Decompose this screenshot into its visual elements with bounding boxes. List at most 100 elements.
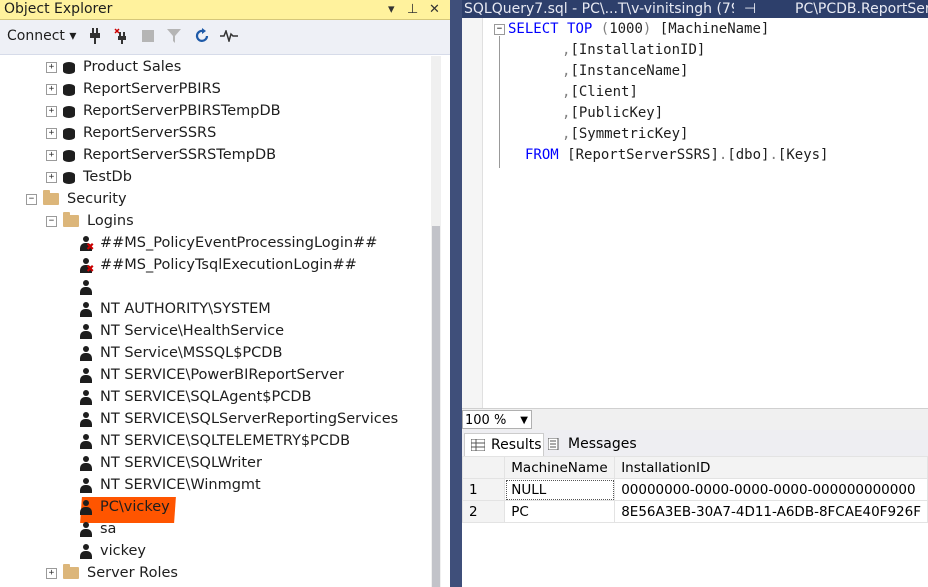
- collapse-icon[interactable]: −: [46, 215, 57, 227]
- connect-button[interactable]: Connect ▾: [7, 28, 76, 44]
- tree-item[interactable]: NT SERVICE\SQLTELEMETRY$PCDB: [80, 430, 350, 452]
- tab-results[interactable]: Results: [464, 433, 544, 456]
- scrollbar-thumb[interactable]: [432, 226, 440, 587]
- tree-scrollbar[interactable]: [431, 56, 441, 587]
- panel-splitter[interactable]: [450, 0, 462, 587]
- tree-item[interactable]: − Security: [26, 188, 127, 210]
- tree-item-label: ReportServerSSRSTempDB: [83, 147, 277, 163]
- code-token: [MachineName]: [651, 21, 770, 37]
- login-icon: [80, 521, 92, 537]
- code-token: ,[SymmetricKey]: [562, 126, 689, 142]
- tree-item[interactable]: + ReportServerSSRSTempDB: [46, 144, 276, 166]
- tree-item-label: vickey: [100, 543, 146, 559]
- grid-cell-machinename[interactable]: NULL: [504, 478, 616, 501]
- row-number[interactable]: 2: [461, 500, 506, 523]
- stop-icon[interactable]: [139, 27, 157, 45]
- tree-item[interactable]: + ReportServerPBIRSTempDB: [46, 100, 281, 122]
- tree-item[interactable]: [80, 276, 100, 298]
- tab-sqlquery7[interactable]: SQLQuery7.sql - PC\...T\v-vinitsingh (79…: [464, 0, 734, 18]
- pin-icon[interactable]: ⊥: [407, 0, 418, 19]
- expand-icon[interactable]: +: [46, 83, 57, 95]
- results-tabs: Results Messages: [462, 430, 928, 457]
- zoom-bar: 100 % ▼: [462, 408, 928, 431]
- tree-item[interactable]: NT SERVICE\SQLServerReportingServices: [80, 408, 398, 430]
- login-icon: [80, 477, 92, 493]
- tree-item[interactable]: vickey: [80, 540, 146, 562]
- fold-toggle-icon[interactable]: −: [494, 24, 505, 35]
- grid-cell-installationid[interactable]: 8E56A3EB-30A7-4D11-A6DB-8FCAE40F926F: [614, 500, 928, 523]
- tree-item[interactable]: + TestDb: [46, 166, 132, 188]
- refresh-icon[interactable]: [193, 27, 211, 45]
- tree-item[interactable]: NT SERVICE\SQLWriter: [80, 452, 262, 474]
- folder-icon: [63, 212, 79, 227]
- tree-item[interactable]: NT SERVICE\Winmgmt: [80, 474, 261, 496]
- tree-item[interactable]: NT SERVICE\PowerBIReportServer: [80, 364, 344, 386]
- login-icon: [80, 411, 92, 427]
- tree-item[interactable]: + ReportServerSSRS: [46, 122, 216, 144]
- activity-monitor-icon[interactable]: [220, 27, 238, 45]
- login-icon: [80, 345, 92, 361]
- query-editor[interactable]: [462, 18, 928, 408]
- tree-item[interactable]: PC\vickey: [80, 496, 170, 518]
- tab-pin-icon[interactable]: ⊣: [744, 0, 760, 18]
- object-explorer-title: Object Explorer: [4, 1, 113, 17]
- expand-icon[interactable]: +: [46, 171, 57, 183]
- filter-icon[interactable]: [165, 27, 183, 45]
- tree-item-label: NT SERVICE\SQLServerReportingServices: [100, 411, 399, 427]
- database-icon: [63, 82, 75, 97]
- tree-item-label: NT Service\MSSQL$PCDB: [100, 345, 283, 361]
- tree-item[interactable]: ✖ ##MS_PolicyTsqlExecutionLogin##: [80, 254, 357, 276]
- tree-item[interactable]: NT Service\MSSQL$PCDB: [80, 342, 282, 364]
- collapse-icon[interactable]: −: [26, 193, 37, 205]
- code-line[interactable]: SELECT TOP (1000) [MachineName]: [508, 19, 769, 40]
- database-icon: [63, 148, 75, 163]
- code-token: ,[InstallationID]: [562, 42, 706, 58]
- tree-item-label: TestDb: [83, 169, 132, 185]
- code-line[interactable]: ,[InstallationID]: [562, 40, 705, 61]
- tab-reportserv[interactable]: PC\PCDB.ReportServ: [795, 0, 928, 18]
- dropdown-icon[interactable]: ▾: [388, 0, 395, 19]
- close-icon[interactable]: ✕: [429, 0, 440, 19]
- disabled-login-icon: ✖: [80, 257, 94, 274]
- expand-icon[interactable]: +: [46, 127, 57, 139]
- expand-icon[interactable]: +: [46, 149, 57, 161]
- tree-item[interactable]: ✖ ##MS_PolicyEventProcessingLogin##: [80, 232, 377, 254]
- code-line[interactable]: FROM [ReportServerSSRS].[dbo].[Keys]: [525, 145, 828, 166]
- table-row: 2 PC 8E56A3EB-30A7-4D11-A6DB-8FCAE40F926…: [461, 500, 928, 523]
- tree-item[interactable]: sa: [80, 518, 116, 540]
- code-token: ,[Client]: [562, 84, 638, 100]
- code-token: ,[InstanceName]: [562, 63, 689, 79]
- column-header-machinename[interactable]: MachineName: [504, 456, 616, 479]
- grid-header-row: MachineName InstallationID: [461, 456, 928, 479]
- tree-item-label: NT SERVICE\SQLTELEMETRY$PCDB: [100, 433, 351, 449]
- code-line[interactable]: ,[PublicKey]: [562, 103, 663, 124]
- grid-corner[interactable]: [461, 456, 506, 479]
- tree-item[interactable]: NT AUTHORITY\SYSTEM: [80, 298, 271, 320]
- tree-item[interactable]: − Logins: [46, 210, 134, 232]
- row-number[interactable]: 1: [461, 478, 506, 501]
- tab-messages[interactable]: Messages: [546, 433, 641, 455]
- zoom-select[interactable]: 100 % ▼: [462, 410, 532, 429]
- plug-icon[interactable]: [86, 27, 104, 45]
- expand-icon[interactable]: +: [46, 61, 57, 73]
- login-icon: [80, 279, 92, 295]
- disabled-login-icon: ✖: [80, 235, 94, 252]
- tree-item[interactable]: NT SERVICE\SQLAgent$PCDB: [80, 386, 311, 408]
- disconnect-icon[interactable]: [113, 27, 131, 45]
- tree-item[interactable]: + ReportServerPBIRS: [46, 78, 221, 100]
- code-line[interactable]: ,[SymmetricKey]: [562, 124, 688, 145]
- results-grid: MachineName InstallationID 1 NULL 000000…: [461, 456, 928, 523]
- grid-cell-installationid[interactable]: 00000000-0000-0000-0000-000000000000: [614, 478, 928, 501]
- code-line[interactable]: ,[Client]: [562, 82, 638, 103]
- tree-item[interactable]: + Product Sales: [46, 56, 181, 78]
- code-line[interactable]: ,[InstanceName]: [562, 61, 688, 82]
- grid-cell-machinename[interactable]: PC: [504, 500, 616, 523]
- object-explorer-panel: Object Explorer ▾ ⊥ ✕ Connect ▾ + Product…: [0, 0, 450, 587]
- tree-item[interactable]: + Server Roles: [46, 562, 178, 584]
- expand-icon[interactable]: +: [46, 105, 57, 117]
- tree-item[interactable]: NT Service\HealthService: [80, 320, 284, 342]
- column-header-installationid[interactable]: InstallationID: [614, 456, 928, 479]
- expand-icon[interactable]: +: [46, 567, 57, 579]
